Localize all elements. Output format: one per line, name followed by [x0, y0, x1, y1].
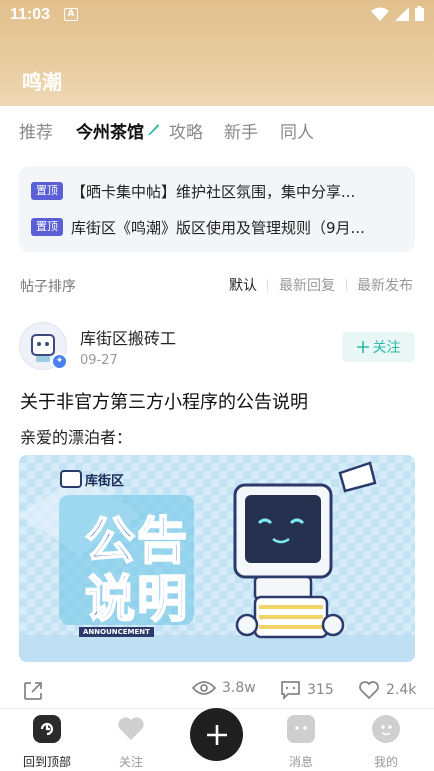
battery-icon: [415, 6, 424, 21]
sort-divider: [346, 279, 347, 291]
nav-label: 关注: [118, 755, 143, 769]
create-post-button[interactable]: [190, 708, 243, 761]
share-button[interactable]: [22, 680, 44, 702]
comments-button[interactable]: 315: [280, 680, 334, 700]
like-button[interactable]: 2.4k: [358, 680, 416, 700]
category-tabs: 推荐 今州茶馆 攻略 新手 同人: [0, 106, 434, 156]
tab-guides[interactable]: 攻略: [169, 118, 203, 143]
share-icon: [24, 682, 42, 700]
nav-label: 我的: [373, 755, 398, 769]
eye-icon: [192, 681, 216, 695]
pinned-post-title: 库街区《鸣潮》版区使用及管理规则（9月...: [71, 218, 365, 237]
views-count: 3.8w: [222, 680, 256, 696]
post-banner-image[interactable]: 库街区 公告 说明 ANNOUNCEMENT: [19, 455, 415, 662]
profile-icon: [372, 715, 400, 743]
message-icon: [287, 715, 315, 743]
sort-bar: 帖子排序 默认 最新回复 最新发布: [0, 272, 434, 298]
post-title[interactable]: 关于非官方第三方小程序的公告说明: [20, 388, 308, 414]
views-stat: 3.8w: [192, 680, 256, 696]
likes-count: 2.4k: [386, 682, 417, 698]
tab-newbie[interactable]: 新手: [224, 118, 258, 143]
verified-badge-icon: ✦: [51, 353, 68, 370]
pinned-badge: 置顶: [31, 182, 63, 200]
page-title: 鸣潮: [22, 70, 62, 94]
plus-icon: [206, 724, 227, 745]
sort-option-latest-reply[interactable]: 最新回复: [279, 275, 335, 295]
nav-follow[interactable]: 关注: [96, 715, 166, 770]
pinned-post[interactable]: 置顶 【晒卡集中帖】维护社区氛围，集中分享...: [31, 179, 403, 203]
tab-recommend[interactable]: 推荐: [19, 118, 53, 143]
status-time: 11:03: [10, 6, 51, 23]
status-indicators: [371, 6, 424, 21]
banner-tag: ANNOUNCEMENT: [79, 627, 154, 637]
pinned-post-title: 【晒卡集中帖】维护社区氛围，集中分享...: [71, 182, 356, 201]
active-tab-brush-icon: [148, 124, 159, 135]
signal-icon: [395, 6, 409, 21]
nav-label: 回到顶部: [22, 755, 71, 769]
comment-icon: [281, 681, 300, 700]
pinned-post[interactable]: 置顶 库街区《鸣潮》版区使用及管理规则（9月...: [31, 215, 403, 239]
pinned-posts-card: 置顶 【晒卡集中帖】维护社区氛围，集中分享... 置顶 库街区《鸣潮》版区使用及…: [19, 166, 415, 252]
nav-messages[interactable]: 消息: [266, 715, 336, 770]
heart-icon: [117, 715, 145, 743]
nav-profile[interactable]: 我的: [351, 715, 421, 770]
wifi-icon: [371, 7, 389, 21]
sort-label: 帖子排序: [20, 279, 76, 295]
sort-divider: [267, 279, 268, 291]
pinned-badge: 置顶: [31, 218, 63, 236]
banner-brand: 库街区: [85, 474, 125, 489]
notification-app-icon: A: [64, 8, 78, 21]
follow-label: 关注: [372, 340, 401, 356]
post-date: 09-27: [80, 353, 118, 368]
status-bar: 11:03 A: [0, 0, 434, 30]
sort-option-default[interactable]: 默认: [229, 275, 257, 295]
app-header: 11:03 A 鸣潮: [0, 0, 434, 106]
sort-option-latest-post[interactable]: 最新发布: [357, 275, 413, 295]
robot-mascot-icon: [233, 461, 377, 639]
follow-button[interactable]: 关注: [342, 332, 415, 362]
post-stats-bar: 3.8w 315 2.4k: [0, 676, 434, 704]
tab-jinzhou-teahouse[interactable]: 今州茶馆: [76, 118, 144, 143]
nav-back-to-top[interactable]: 回到顶部: [12, 715, 82, 770]
tab-fanart[interactable]: 同人: [280, 118, 314, 143]
plus-icon: [356, 341, 369, 353]
heart-icon: [359, 681, 379, 700]
post-excerpt: 亲爱的漂泊者：: [20, 428, 133, 447]
comments-count: 315: [307, 682, 334, 698]
back-to-top-icon: [33, 715, 61, 743]
nav-label: 消息: [288, 755, 313, 769]
author-name[interactable]: 库街区搬砖工: [80, 325, 176, 349]
banner-headline-line2: 说明: [84, 569, 189, 629]
